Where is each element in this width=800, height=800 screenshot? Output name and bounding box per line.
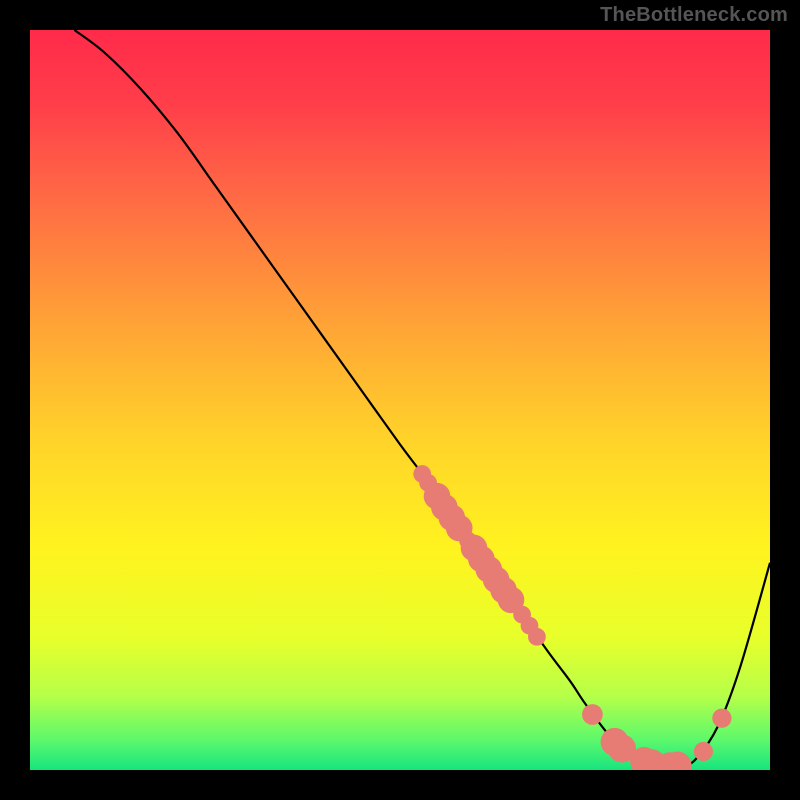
data-marker [528, 628, 546, 646]
gradient-background [30, 30, 770, 770]
data-marker [582, 704, 603, 725]
data-marker [712, 709, 731, 728]
plot-area [30, 30, 770, 770]
watermark-text: TheBottleneck.com [600, 4, 788, 27]
data-marker [694, 742, 713, 761]
chart-svg [30, 30, 770, 770]
chart-container: TheBottleneck.com [0, 0, 800, 800]
